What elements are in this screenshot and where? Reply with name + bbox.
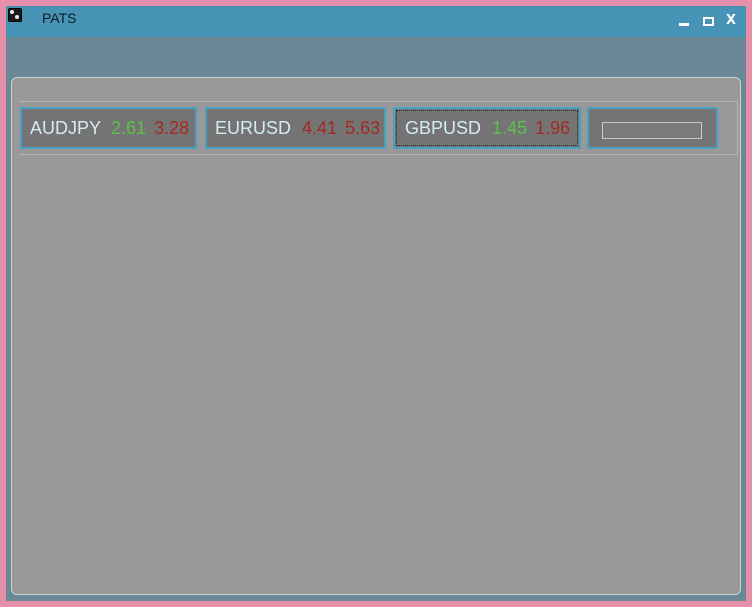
ticker-ask: 3.28 [154, 117, 190, 138]
new-ticker-input[interactable] [602, 122, 702, 139]
toolbar-band [6, 37, 746, 77]
maximize-button[interactable] [701, 14, 715, 28]
ticker-bid: 1.45 [492, 117, 528, 138]
maximize-icon [703, 17, 714, 26]
minimize-button[interactable] [677, 14, 691, 28]
ticker-symbol: AUDJPY [30, 117, 102, 138]
ticker-tile-gbpusd[interactable]: GBPUSD 1.45 1.96 [393, 107, 581, 149]
new-ticker-tile[interactable] [587, 107, 718, 149]
content-panel: AUDJPY 2.61 3.28 EURUSD 4.41 5.63 GBPUSD… [11, 77, 741, 595]
ticker-strip: AUDJPY 2.61 3.28 EURUSD 4.41 5.63 GBPUSD… [19, 101, 738, 155]
title-bar[interactable]: PATS X [6, 6, 746, 37]
app-window: PATS X AUDJPY 2.61 3.28 EURUSD 4.41 5.63… [6, 6, 746, 601]
ticker-ask: 1.96 [535, 117, 571, 138]
minimize-icon [679, 23, 689, 26]
close-button[interactable]: X [724, 14, 738, 28]
ticker-tile-eurusd[interactable]: EURUSD 4.41 5.63 [205, 107, 386, 149]
ticker-symbol: GBPUSD [405, 117, 482, 138]
ticker-ask: 5.63 [345, 117, 381, 138]
app-icon[interactable] [8, 8, 22, 22]
ticker-symbol: EURUSD [215, 117, 292, 138]
ticker-bid: 4.41 [302, 117, 338, 138]
window-title: PATS [42, 10, 77, 26]
ticker-bid: 2.61 [111, 117, 147, 138]
ticker-tile-audjpy[interactable]: AUDJPY 2.61 3.28 [20, 107, 197, 149]
